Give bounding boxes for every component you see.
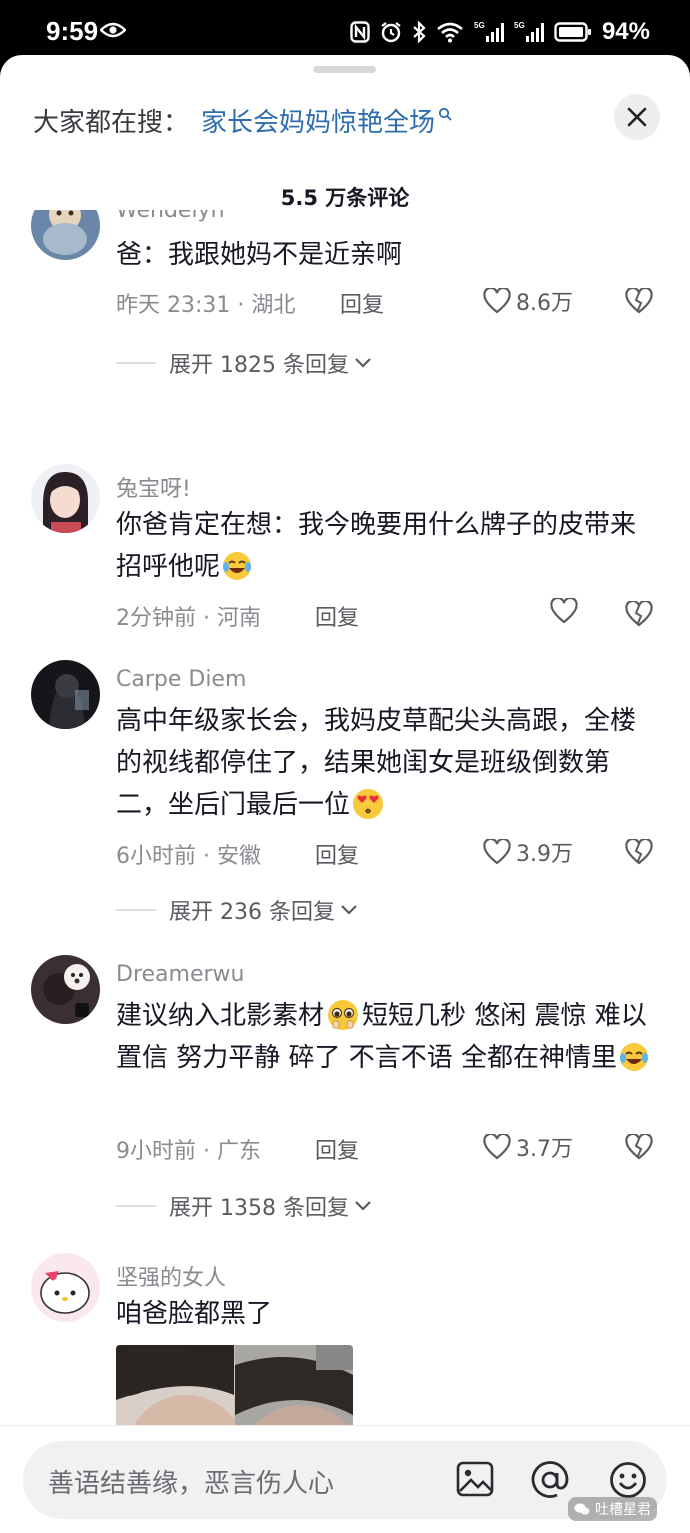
bluetooth-icon	[413, 21, 426, 43]
signal-icon: 5G	[474, 21, 504, 42]
comment-username[interactable]: Dreamerwu	[116, 962, 244, 987]
wifi-icon	[437, 22, 463, 43]
avatar[interactable]	[31, 210, 100, 260]
comment-text: 你爸肯定在想：我今晚要用什么牌子的皮带来招呼他呢	[116, 510, 637, 582]
heart-icon	[483, 288, 511, 314]
comment-time-location: 9小时前 · 广东	[116, 1139, 261, 1164]
pleading-emoji-icon	[328, 999, 359, 1030]
comment-username[interactable]: 兔宝呀!	[116, 471, 191, 503]
laughing-crying-emoji-icon	[620, 1042, 649, 1071]
heart-eyes-emoji-icon	[353, 788, 384, 819]
mention-icon[interactable]	[531, 1461, 569, 1499]
chevron-down-icon	[355, 1201, 371, 1211]
comment-text: 高中年级家长会，我妈皮草配尖头高跟，全楼的视线都停住了，结果她闺女是班级倒数第二…	[116, 706, 637, 820]
comment-text: 爸：我跟她妈不是近亲啊	[116, 240, 403, 270]
comment-text: 咱爸脸都黑了	[116, 1299, 273, 1329]
search-suggestion[interactable]: 大家都在搜： 家长会妈妈惊艳全场	[33, 100, 452, 140]
heart-icon	[483, 1134, 511, 1160]
close-icon	[627, 107, 647, 127]
comment-time-location: 2分钟前 · 河南	[116, 606, 261, 631]
chevron-down-icon	[341, 905, 357, 915]
nfc-icon	[350, 21, 370, 43]
expand-replies-button[interactable]: 展开 1825 条回复	[116, 347, 373, 379]
comment-time-location: 昨天 23:31 · 湖北	[116, 293, 296, 318]
comment-username[interactable]: Carpe Diem	[116, 667, 246, 692]
drag-handle[interactable]	[313, 66, 376, 73]
comment-image[interactable]	[116, 1345, 353, 1425]
dislike-icon[interactable]	[625, 1134, 653, 1160]
like-button[interactable]: 3.9万	[483, 836, 573, 868]
reply-button[interactable]: 回复	[315, 1133, 359, 1165]
like-button[interactable]: 3.7万	[483, 1131, 573, 1163]
heart-icon	[483, 839, 511, 865]
wechat-icon	[574, 1503, 590, 1515]
like-count: 3.9万	[516, 842, 573, 867]
reply-button[interactable]: 回复	[315, 600, 359, 632]
avatar[interactable]	[31, 464, 100, 533]
emoji-icon[interactable]	[609, 1461, 647, 1499]
dislike-icon[interactable]	[625, 601, 653, 627]
avatar[interactable]	[31, 955, 100, 1024]
close-button[interactable]	[614, 94, 660, 140]
svg-text:5G: 5G	[514, 21, 525, 30]
status-bar: 9:59 5G 5G 94%	[0, 0, 690, 60]
comment-time-location: 6小时前 · 安徽	[116, 844, 261, 869]
comment-username[interactable]: 坚强的女人	[116, 1260, 226, 1292]
search-suggestion-link[interactable]: 家长会妈妈惊艳全场	[201, 102, 435, 139]
watermark-text: 吐槽星君	[595, 1502, 651, 1518]
like-count: 3.7万	[516, 1137, 573, 1162]
comment-input-placeholder: 善语结善缘，恶言伤人心	[48, 1469, 335, 1499]
heart-icon	[550, 598, 578, 624]
search-suggestion-label: 大家都在搜：	[33, 107, 190, 138]
comment-username[interactable]: Wendelyn	[116, 210, 225, 223]
image-icon[interactable]	[456, 1461, 494, 1497]
comment-list[interactable]: Wendelyn 爸：我跟她妈不是近亲啊 昨天 23:31 · 湖北 回复 8.…	[0, 210, 690, 1425]
comment-sheet: 大家都在搜： 家长会妈妈惊艳全场 5.5 万条评论 Wendelyn 爸：我跟她…	[0, 55, 690, 1533]
like-count: 8.6万	[516, 291, 573, 316]
status-icons: 5G 5G 94%	[350, 18, 650, 46]
reply-button[interactable]: 回复	[315, 838, 359, 870]
dislike-icon[interactable]	[625, 288, 653, 314]
avatar[interactable]	[31, 1253, 100, 1322]
expand-replies-button[interactable]: 展开 1358 条回复	[116, 1190, 373, 1222]
signal-icon-2: 5G	[514, 21, 544, 42]
expand-replies-button[interactable]: 展开 236 条回复	[116, 894, 359, 926]
like-button[interactable]: 8.6万	[483, 285, 573, 317]
laughing-crying-emoji-icon	[223, 551, 252, 580]
chevron-down-icon	[355, 358, 371, 368]
avatar[interactable]	[31, 660, 100, 729]
watermark: 吐槽星君	[568, 1497, 657, 1521]
alarm-icon	[381, 22, 401, 43]
svg-text:5G: 5G	[474, 21, 485, 30]
battery-percent: 94%	[601, 18, 650, 45]
search-icon	[438, 107, 452, 121]
status-time: 9:59	[46, 16, 99, 46]
battery-icon	[554, 22, 591, 42]
eye-icon	[100, 22, 126, 38]
comment-count: 5.5 万条评论	[280, 186, 410, 210]
like-button[interactable]	[550, 598, 578, 624]
comment-text: 建议纳入北影素材 短短几秒 悠闲 震惊 难以置信 努力平静 碎了 不言不语 全都在…	[116, 995, 661, 1079]
reply-button[interactable]: 回复	[340, 287, 384, 319]
dislike-icon[interactable]	[625, 839, 653, 865]
